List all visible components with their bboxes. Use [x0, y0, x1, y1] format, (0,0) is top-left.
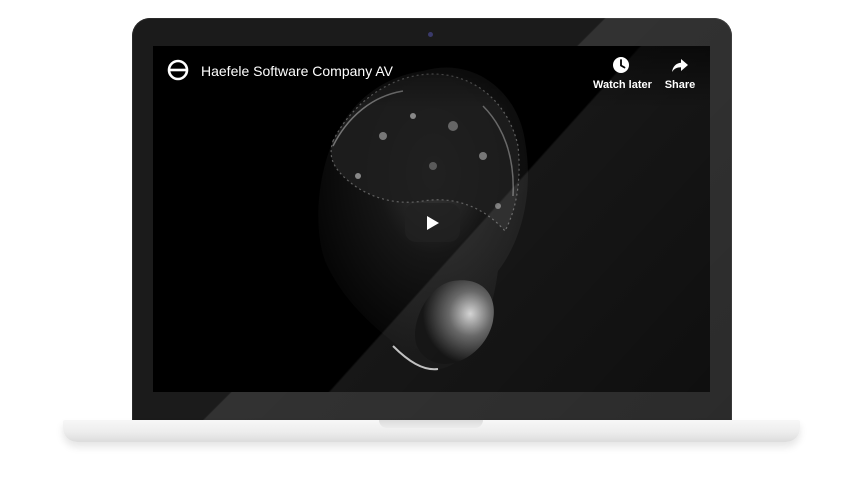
haefele-logo-icon[interactable]: [167, 59, 189, 81]
clock-icon: [613, 57, 629, 73]
play-button[interactable]: [405, 203, 460, 242]
play-icon: [426, 215, 439, 230]
video-title[interactable]: Haefele Software Company AV: [201, 63, 393, 79]
laptop-base: [63, 420, 800, 442]
webcam: [428, 32, 433, 37]
share-label: Share: [664, 79, 696, 91]
watch-later-button[interactable]: Watch later: [593, 56, 652, 91]
player-top-bar: Haefele Software Company AV Watch later …: [153, 46, 710, 108]
share-button[interactable]: Share: [661, 56, 699, 91]
share-arrow-icon: [672, 59, 688, 72]
laptop-mockup: Haefele Software Company AV Watch later …: [0, 0, 852, 494]
watch-later-label: Watch later: [593, 79, 652, 91]
video-player[interactable]: Haefele Software Company AV Watch later …: [153, 46, 710, 392]
laptop-base-notch: [379, 420, 483, 428]
